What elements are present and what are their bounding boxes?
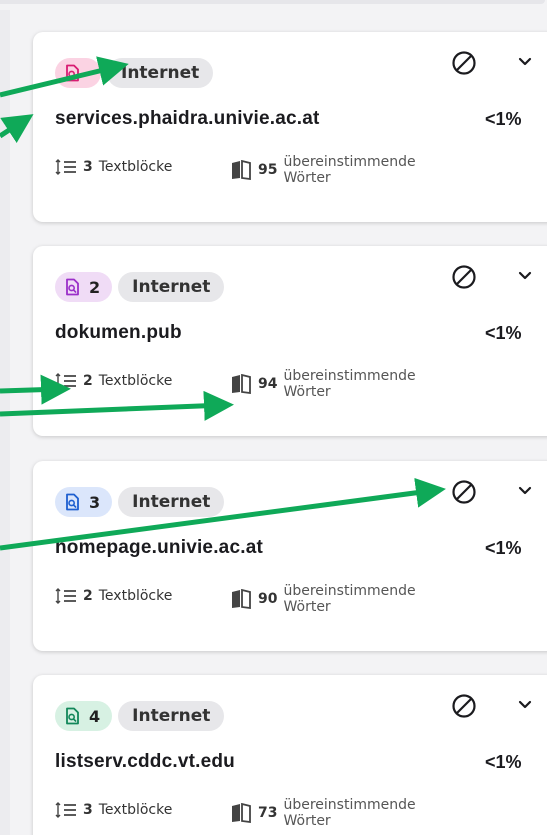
compare-book-icon xyxy=(232,160,251,180)
compare-book-icon xyxy=(232,374,251,394)
textblocks-number: 2 xyxy=(83,588,93,604)
compare-book-icon xyxy=(232,589,251,609)
exclude-source-icon[interactable] xyxy=(451,50,477,76)
match-percentage: <1% xyxy=(485,752,522,772)
matching-words-number: 90 xyxy=(258,591,278,607)
matching-words-label-line2: Wörter xyxy=(283,599,331,615)
source-card[interactable]: 3 Internet homepage.univie.ac.at <1% 2 T… xyxy=(33,461,547,651)
source-rank-badge xyxy=(55,58,101,88)
source-title[interactable]: homepage.univie.ac.at xyxy=(55,537,263,559)
matching-words-number: 94 xyxy=(258,376,278,392)
chevron-down-icon[interactable] xyxy=(517,56,533,68)
source-type-pill: Internet xyxy=(118,487,225,517)
chevron-down-icon[interactable] xyxy=(517,270,533,282)
matching-words-label: übereinstimmende Wörter xyxy=(283,797,415,829)
left-rail xyxy=(0,0,10,835)
badge-row: 2 Internet xyxy=(55,272,225,302)
source-rank: 3 xyxy=(89,492,101,512)
source-type-pill: Internet xyxy=(118,272,225,302)
match-percentage: <1% xyxy=(485,109,522,129)
source-rank-badge: 2 xyxy=(55,272,113,302)
source-title[interactable]: dokumen.pub xyxy=(55,322,182,344)
source-rank: 4 xyxy=(89,706,101,726)
matching-words-count: 90 übereinstimmende Wörter xyxy=(230,577,416,621)
document-search-icon xyxy=(66,278,79,296)
compare-book-icon xyxy=(232,803,251,823)
matching-words-number: 95 xyxy=(258,162,278,178)
list-lines-icon xyxy=(55,373,76,389)
chevron-down-icon[interactable] xyxy=(517,699,533,711)
textblocks-label: Textblöcke xyxy=(98,159,173,175)
source-rank-badge: 4 xyxy=(55,701,113,731)
badge-row: 4 Internet xyxy=(55,701,225,731)
document-search-icon xyxy=(66,707,79,725)
textblocks-label: Textblöcke xyxy=(98,588,173,604)
source-card[interactable]: 4 Internet listserv.cddc.vt.edu <1% 3 Te… xyxy=(33,675,547,835)
source-type-pill: Internet xyxy=(118,701,225,731)
source-card[interactable]: 2 Internet dokumen.pub <1% 2 Textblöcke xyxy=(33,246,547,436)
textblocks-count: 3 Textblöcke xyxy=(55,158,172,176)
textblocks-number: 2 xyxy=(83,373,93,389)
exclude-source-icon[interactable] xyxy=(451,693,477,719)
matching-words-count: 95 übereinstimmende Wörter xyxy=(230,148,416,192)
match-percentage: <1% xyxy=(485,323,522,343)
source-type-pill: Internet xyxy=(107,58,214,88)
matching-words-count: 94 übereinstimmende Wörter xyxy=(230,362,416,406)
list-lines-icon xyxy=(55,802,76,818)
badge-row: Internet xyxy=(55,58,214,88)
textblocks-number: 3 xyxy=(83,802,93,818)
exclude-source-icon[interactable] xyxy=(451,264,477,290)
textblocks-count: 2 Textblöcke xyxy=(55,372,172,390)
matching-words-label-line1: übereinstimmende xyxy=(283,583,416,599)
source-rank-badge: 3 xyxy=(55,487,113,517)
list-lines-icon xyxy=(55,588,76,604)
match-percentage: <1% xyxy=(485,538,522,558)
textblocks-count: 3 Textblöcke xyxy=(55,801,172,819)
top-divider xyxy=(0,0,547,10)
badge-row: 3 Internet xyxy=(55,487,225,517)
chevron-down-icon[interactable] xyxy=(517,485,533,497)
textblocks-number: 3 xyxy=(83,159,93,175)
matching-words-label-line1: übereinstimmende xyxy=(283,797,416,813)
source-card[interactable]: Internet services.phaidra.univie.ac.at <… xyxy=(33,32,547,222)
matching-words-label: übereinstimmende Wörter xyxy=(283,583,415,615)
matching-words-label-line2: Wörter xyxy=(283,813,331,829)
source-title[interactable]: services.phaidra.univie.ac.at xyxy=(55,108,320,130)
textblocks-label: Textblöcke xyxy=(98,373,173,389)
list-lines-icon xyxy=(55,159,76,175)
source-title[interactable]: listserv.cddc.vt.edu xyxy=(55,751,235,773)
matching-words-count: 73 übereinstimmende Wörter xyxy=(230,791,416,835)
matching-words-number: 73 xyxy=(258,805,278,821)
exclude-source-icon[interactable] xyxy=(451,479,477,505)
source-rank: 2 xyxy=(89,277,101,297)
matching-words-label-line2: Wörter xyxy=(283,384,331,400)
matching-words-label: übereinstimmende Wörter xyxy=(283,368,415,400)
textblocks-count: 2 Textblöcke xyxy=(55,587,172,605)
document-search-icon xyxy=(66,64,79,82)
textblocks-label: Textblöcke xyxy=(98,802,173,818)
matching-words-label-line2: Wörter xyxy=(283,170,331,186)
document-search-icon xyxy=(66,493,79,511)
matching-words-label: übereinstimmende Wörter xyxy=(283,154,415,186)
matching-words-label-line1: übereinstimmende xyxy=(283,368,416,384)
matching-words-label-line1: übereinstimmende xyxy=(283,154,416,170)
